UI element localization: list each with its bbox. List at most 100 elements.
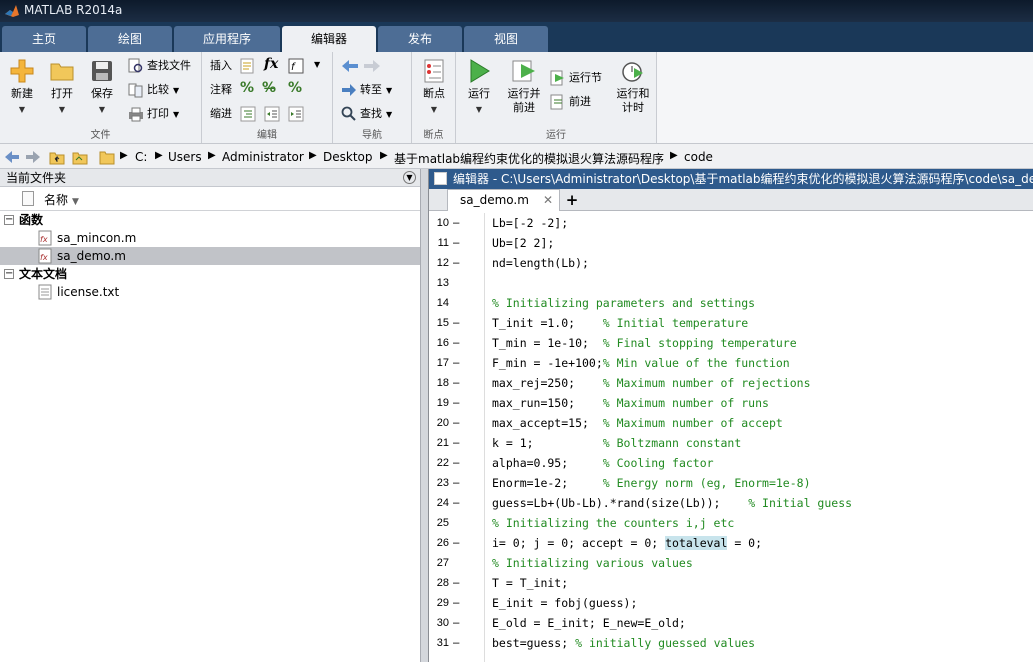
- back-arrow-icon[interactable]: [341, 58, 359, 74]
- code-line[interactable]: 25 % Initializing the counters i,j etc: [429, 513, 1033, 533]
- code-comment: % Min value of the function: [602, 356, 790, 370]
- open-button[interactable]: 打开 ▼: [42, 58, 82, 117]
- back-nav-icon[interactable]: [4, 149, 20, 165]
- breadcrumb-project-folder[interactable]: 基于matlab编程约束优化的模拟退火算法源码程序: [394, 150, 664, 167]
- goto-button[interactable]: 转至 ▼: [341, 80, 392, 100]
- breakpoint-marker[interactable]: –: [453, 313, 459, 333]
- breakpoint-marker[interactable]: –: [453, 433, 459, 453]
- code-line[interactable]: 16– T_min = 1e-10; % Final stopping tempe…: [429, 333, 1033, 353]
- breadcrumb-administrator[interactable]: Administrator: [222, 150, 304, 164]
- comment-percent-icon[interactable]: %: [240, 80, 254, 96]
- name-column-header[interactable]: 名称 ▼: [0, 187, 420, 211]
- breakpoint-marker[interactable]: –: [453, 353, 459, 373]
- insert-dropdown-icon[interactable]: ▼: [314, 60, 320, 69]
- code-line[interactable]: 11– Ub=[2 2];: [429, 233, 1033, 253]
- code-line[interactable]: 17– F_min = -1e+100;% Min value of the fu…: [429, 353, 1033, 373]
- function-template-icon[interactable]: f: [288, 58, 304, 74]
- code-line[interactable]: 13: [429, 273, 1033, 293]
- close-tab-icon[interactable]: ✕: [543, 190, 553, 210]
- file-item-sa-demo[interactable]: fx sa_demo.m: [0, 247, 420, 265]
- breakpoint-marker[interactable]: –: [453, 493, 459, 513]
- panel-menu-icon[interactable]: ▼: [403, 171, 416, 184]
- forward-nav-icon[interactable]: [25, 149, 41, 165]
- code-line[interactable]: 12– nd=length(Lb);: [429, 253, 1033, 273]
- code-line[interactable]: 27 % Initializing various values: [429, 553, 1033, 573]
- tab-editor[interactable]: 编辑器: [282, 26, 376, 52]
- breakpoints-button[interactable]: 断点 ▼: [414, 58, 454, 117]
- browse-folder-icon[interactable]: [72, 149, 88, 165]
- code-line[interactable]: 14 % Initializing parameters and settings: [429, 293, 1033, 313]
- file-item-sa-mincon[interactable]: fx sa_mincon.m: [0, 229, 420, 247]
- breakpoint-marker[interactable]: –: [453, 533, 459, 553]
- tab-publish[interactable]: 发布: [378, 26, 462, 52]
- code-line[interactable]: 15– T_init =1.0; % Initial temperature: [429, 313, 1033, 333]
- decrease-indent-icon[interactable]: [288, 106, 304, 122]
- breakpoint-marker[interactable]: –: [453, 213, 459, 233]
- breakpoint-marker[interactable]: –: [453, 333, 459, 353]
- breadcrumb-users[interactable]: Users: [168, 150, 202, 164]
- editor-tab-sa-demo[interactable]: sa_demo.m ✕: [447, 189, 560, 211]
- smart-indent-icon[interactable]: [240, 106, 256, 122]
- run-section-button[interactable]: 运行节: [550, 68, 602, 88]
- insert-button[interactable]: 插入: [210, 56, 232, 76]
- increase-indent-icon[interactable]: [264, 106, 280, 122]
- code-line[interactable]: 31– best=guess; % initially guessed value…: [429, 633, 1033, 653]
- code-line[interactable]: 24– guess=Lb+(Ub-Lb).*rand(size(Lb)); % I…: [429, 493, 1033, 513]
- breakpoint-marker[interactable]: –: [453, 453, 459, 473]
- code-line[interactable]: 23– Enorm=1e-2; % Energy norm (eg, Enorm=…: [429, 473, 1033, 493]
- code-line[interactable]: 21– k = 1; % Boltzmann constant: [429, 433, 1033, 453]
- code-line[interactable]: 10– Lb=[-2 -2];: [429, 213, 1033, 233]
- functions-section[interactable]: − 函数: [0, 211, 420, 229]
- breakpoint-marker[interactable]: –: [453, 253, 459, 273]
- breakpoint-marker[interactable]: –: [453, 473, 459, 493]
- insert-section-icon[interactable]: [240, 58, 256, 74]
- find-button[interactable]: 查找 ▼: [341, 104, 392, 124]
- breakpoint-marker[interactable]: –: [453, 573, 459, 593]
- breakpoint-marker[interactable]: –: [453, 633, 459, 653]
- advance-button[interactable]: 前进: [550, 92, 591, 112]
- breakpoint-marker[interactable]: –: [453, 393, 459, 413]
- new-tab-plus-icon[interactable]: +: [560, 191, 584, 209]
- collapse-toggle-icon[interactable]: −: [4, 215, 14, 225]
- indent-button[interactable]: 缩进: [210, 104, 232, 124]
- breakpoint-marker[interactable]: –: [453, 613, 459, 633]
- code-line[interactable]: 29– E_init = fobj(guess);: [429, 593, 1033, 613]
- wrap-comments-icon[interactable]: %: [288, 80, 302, 96]
- run-button[interactable]: 运行 ▼: [459, 58, 499, 117]
- compare-button[interactable]: 比较 ▼: [128, 80, 179, 100]
- breakpoint-marker[interactable]: –: [453, 373, 459, 393]
- code-line[interactable]: 28– T = T_init;: [429, 573, 1033, 593]
- code-line[interactable]: 20– max_accept=15; % Maximum number of ac…: [429, 413, 1033, 433]
- find-files-button[interactable]: 查找文件: [128, 56, 191, 76]
- tab-home[interactable]: 主页: [2, 26, 86, 52]
- print-button[interactable]: 打印 ▼: [128, 104, 179, 124]
- collapse-toggle-icon[interactable]: −: [4, 269, 14, 279]
- tab-view[interactable]: 视图: [464, 26, 548, 52]
- code-line[interactable]: 18– max_rej=250; % Maximum number of reje…: [429, 373, 1033, 393]
- up-folder-icon[interactable]: [49, 149, 65, 165]
- breadcrumb-c[interactable]: C:: [135, 150, 147, 164]
- breadcrumb-code[interactable]: code: [684, 150, 713, 164]
- insert-function-icon[interactable]: fx: [264, 56, 278, 72]
- code-line[interactable]: 22– alpha=0.95; % Cooling factor: [429, 453, 1033, 473]
- forward-arrow-icon[interactable]: [363, 58, 381, 74]
- breadcrumb-desktop[interactable]: Desktop: [323, 150, 373, 164]
- run-and-advance-button[interactable]: 运行并 前进: [501, 58, 547, 115]
- code-line[interactable]: 30– E_old = E_init; E_new=E_old;: [429, 613, 1033, 633]
- breakpoint-marker[interactable]: –: [453, 593, 459, 613]
- comment-button[interactable]: 注释: [210, 80, 232, 100]
- code-area[interactable]: 10– Lb=[-2 -2]; 11– Ub=[2 2]; 12– nd=length(L…: [429, 213, 1033, 662]
- code-line[interactable]: 19– max_run=150; % Maximum number of runs: [429, 393, 1033, 413]
- text-documents-section[interactable]: − 文本文档: [0, 265, 420, 283]
- new-button[interactable]: 新建 ▼: [2, 58, 42, 117]
- uncomment-icon[interactable]: %̶: [262, 80, 276, 96]
- run-and-time-button[interactable]: 运行和 计时: [611, 58, 655, 115]
- breakpoint-marker[interactable]: –: [453, 413, 459, 433]
- file-item-license[interactable]: license.txt: [0, 283, 420, 301]
- folder-open-icon: [50, 63, 74, 81]
- code-line[interactable]: 26– i= 0; j = 0; accept = 0; totaleval = …: [429, 533, 1033, 553]
- breakpoint-marker[interactable]: –: [453, 233, 459, 253]
- tab-apps[interactable]: 应用程序: [174, 26, 280, 52]
- tab-plots[interactable]: 绘图: [88, 26, 172, 52]
- save-button[interactable]: 保存 ▼: [82, 58, 122, 117]
